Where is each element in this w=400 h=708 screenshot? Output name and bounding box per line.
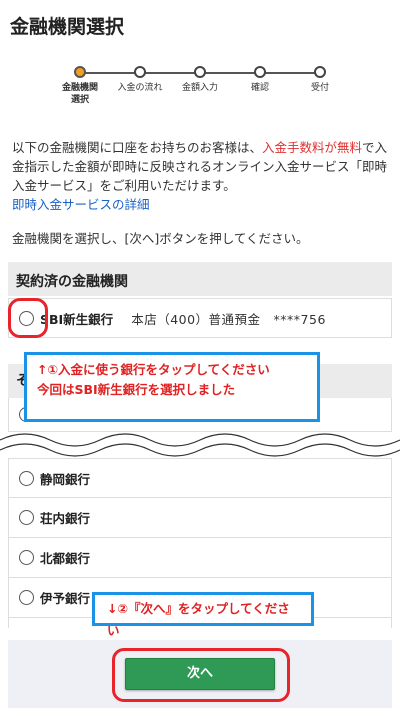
step-dot-icon (74, 66, 86, 78)
bank-name: 北都銀行 (40, 551, 91, 566)
page-title: 金融機関選択 (10, 16, 125, 38)
radio-icon[interactable] (19, 510, 34, 525)
bank-name: SBI新生銀行 (40, 311, 114, 327)
step-deposit-flow: 入金の流れ (110, 64, 170, 94)
step-dot-icon (194, 66, 206, 78)
step-label: 受付 (310, 83, 329, 93)
highlight-ring-next (112, 648, 290, 702)
callout-tap-next: ↓②『次へ』をタップしてください (92, 592, 314, 638)
instruction-text: 金融機関を選択し、[次へ]ボタンを押してください。 (12, 231, 309, 246)
step-dot-icon (314, 66, 326, 78)
step-label: 確認 (250, 83, 269, 93)
instant-deposit-details-link[interactable]: 即時入金サービスの詳細 (12, 195, 392, 214)
highlight-ring-radio (8, 298, 48, 338)
contracted-banks-header: 契約済の金融機関 (8, 262, 392, 296)
step-amount-input: 金額入力 (170, 64, 230, 94)
radio-icon[interactable] (19, 590, 34, 605)
step-confirm: 確認 (230, 64, 290, 94)
bank-account-detail: 本店（400）普通預金 ****756 (131, 311, 326, 327)
intro-highlight: 入金手数料が無料 (262, 140, 363, 155)
bank-name: 静岡銀行 (40, 471, 91, 487)
step-dot-icon (254, 66, 266, 78)
step-label: 金額入力 (181, 83, 218, 93)
step-accepted: 受付 (290, 64, 350, 94)
bank-option-sbi-shinsei[interactable]: SBI新生銀行 本店（400）普通預金 ****756 (8, 298, 392, 338)
step-dot-icon (134, 66, 146, 78)
step-bank-select: 金融機関選択 (50, 64, 110, 106)
callout-select-bank: ↑①入金に使う銀行をタップしてください 今回はSBI新生銀行を選択しました (24, 352, 320, 422)
step-label: 入金の流れ (117, 83, 163, 93)
callout-line: ↑①入金に使う銀行をタップしてください (37, 362, 270, 377)
bank-option-shizuoka[interactable]: 静岡銀行 (8, 458, 392, 498)
step-label: 金融機関選択 (61, 83, 98, 105)
radio-icon[interactable] (19, 470, 34, 486)
callout-line: 今回はSBI新生銀行を選択しました (37, 382, 236, 397)
bank-option-shonai[interactable]: 荘内銀行 (8, 498, 392, 538)
bank-option-hokuto[interactable]: 北都銀行 (8, 538, 392, 578)
intro-text-part: 以下の金融機関に口座をお持ちのお客様は、 (12, 140, 263, 155)
bank-name: 伊予銀行 (40, 591, 91, 606)
progress-stepper: 金融機関選択 入金の流れ 金額入力 確認 受付 (50, 64, 350, 114)
intro-text: 以下の金融機関に口座をお持ちのお客様は、入金手数料が無料で入金指示した金額が即時… (12, 138, 392, 214)
bank-name: 荘内銀行 (40, 511, 91, 526)
radio-icon[interactable] (19, 550, 34, 565)
